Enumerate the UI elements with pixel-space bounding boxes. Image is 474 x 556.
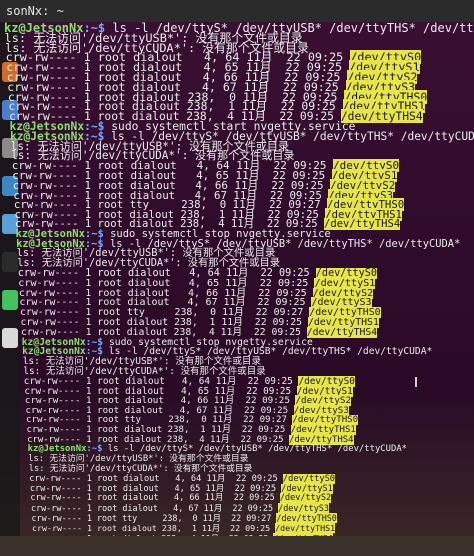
screen: sonNx: ~ kz@JetsonNx:~$ ls -l /dev/ttyS*… [0,0,474,556]
file-info: 1 root dialout 4, 67 11月 22 09:25 [81,503,279,514]
bottom-bezel [0,536,474,556]
text-cursor [415,377,417,387]
permission: crw-rw---- [26,415,81,425]
permission: crw-rw---- [29,473,82,484]
device-name: /dev/ttyTHS4 [324,218,401,230]
device-name: /dev/ttyTHS0 [276,513,337,523]
prompt-path: :~$ [86,444,103,455]
window-title: sonNx: ~ [0,0,474,22]
file-info: 1 root tty 238, 0 11月 22 09:27 [80,415,293,425]
device-name: /dev/ttyTHS4 [306,326,378,338]
prompt-user: kz@JetsonNx [27,444,87,455]
output-text: ls: 无法访问'/dev/ttyUSB*': 没有那个文件或目录 [28,454,249,465]
permission: crw-rw---- [32,522,82,533]
file-info: 1 root tty 238, 0 11月 22 09:27 [81,513,277,523]
file-info: 1 root dialout 4, 65 11月 22 09:25 [81,483,282,494]
permission: crw-rw---- [31,513,82,523]
output-text: ls: 无法访问'/dev/ttyCUDA*': 没有那个文件或目录 [28,464,253,474]
file-info: 1 root dialout 4, 66 11月 22 09:25 [81,493,280,504]
permission: crw-rw---- [27,434,81,445]
file-info: 1 root dialout 238, 1 11月 22 09:25 [82,522,276,533]
file-info: 1 root dialout 238, 4 11月 22 09:25 [80,434,289,445]
permission: crw-rw---- [30,503,82,514]
terminal[interactable]: kz@JetsonNx:~$ ls -l /dev/ttyS* /dev/tty… [4,22,474,556]
device-name: /dev/ttyS3 [278,503,329,514]
device-name: /dev/ttyTHS1 [275,522,336,533]
file-info: 1 root dialout 4, 64 11月 22 09:25 [81,473,283,484]
device-name: /dev/ttyS2 [279,493,332,504]
device-name: /dev/ttyS1 [281,483,333,494]
file-info: 1 root dialout 238, 1 11月 22 09:25 [80,424,291,435]
device-name: /dev/ttyTHS4 [288,434,354,445]
permission: crw-rw---- [29,483,82,494]
device-name: /dev/ttyTHS0 [292,415,359,425]
permission: crw-rw---- [26,424,81,435]
device-name: /dev/ttyS0 [282,473,336,484]
permission: crw-rw---- [30,493,82,504]
command-text: ls -l /dev/ttyS* /dev/ttyUSB* /dev/ttyTH… [102,444,408,455]
device-name: /dev/ttyTHS1 [290,424,356,435]
